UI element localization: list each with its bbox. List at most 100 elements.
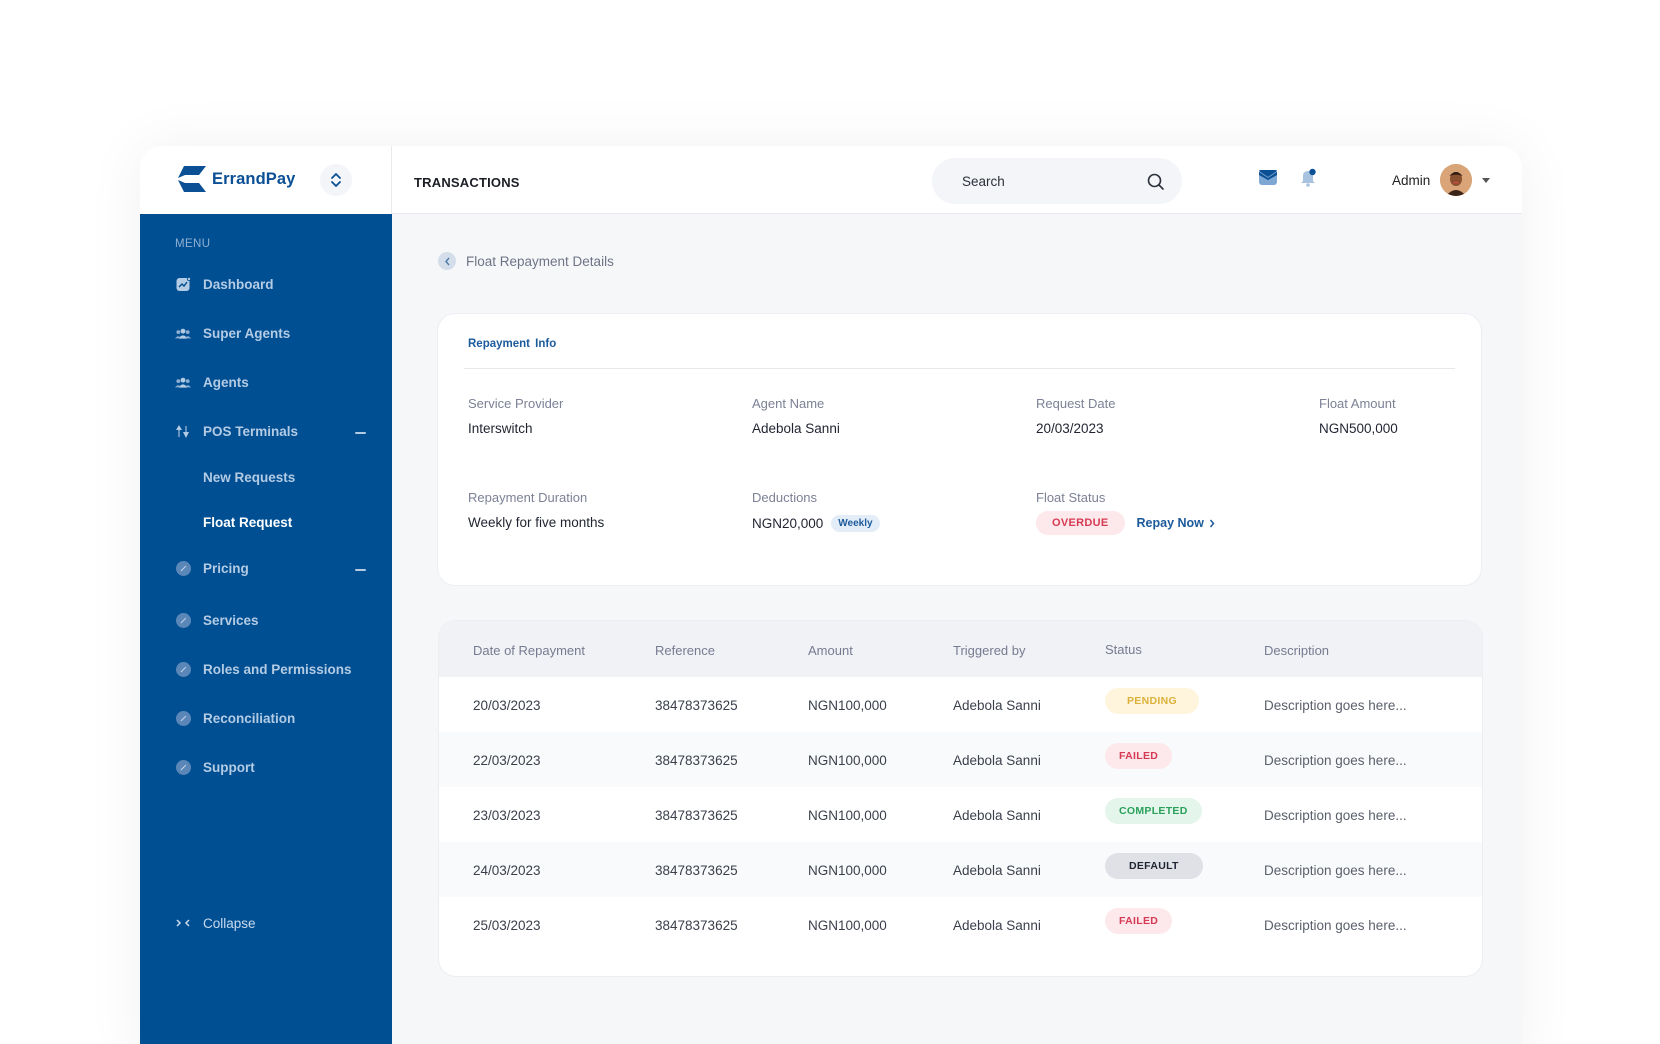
table-header: Date of Repayment Reference Amount Trigg… [439, 621, 1482, 677]
breadcrumb[interactable]: Float Repayment Details [438, 252, 614, 270]
field-value: NGN20,000 [752, 516, 824, 531]
field-repayment-duration: Repayment Duration Weekly for five month… [468, 490, 604, 530]
tab-repayment-info[interactable]: Repayment Info [468, 338, 556, 350]
user-menu[interactable]: Admin [1392, 164, 1491, 196]
table-row[interactable]: 25/03/2023 38478373625 NGN100,000 Adebol… [439, 897, 1482, 952]
page-title: TRANSACTIONS [414, 175, 520, 190]
repay-now-label: Repay Now [1136, 516, 1204, 530]
sidebar-item-label: New Requests [203, 470, 296, 485]
cell-description: Description goes here... [1264, 918, 1407, 933]
table-row[interactable]: 23/03/2023 38478373625 NGN100,000 Adebol… [439, 787, 1482, 842]
cell-date: 22/03/2023 [473, 753, 541, 768]
sidebar-item-support[interactable]: Support [175, 759, 255, 775]
chevron-right-icon [1209, 519, 1215, 527]
cell-reference: 38478373625 [655, 698, 738, 713]
field-service-provider: Service Provider Interswitch [468, 396, 563, 436]
cell-description: Description goes here... [1264, 753, 1407, 768]
column-header[interactable]: Date of Repayment [473, 643, 585, 658]
divider [464, 368, 1455, 369]
cell-triggered-by: Adebola Sanni [953, 918, 1041, 933]
table-row[interactable]: 20/03/2023 38478373625 NGN100,000 Adebol… [439, 677, 1482, 732]
column-header[interactable]: Description [1264, 643, 1329, 658]
logo[interactable]: ErrandPay [174, 166, 295, 192]
collapse-section-icon[interactable] [355, 432, 366, 434]
workspace-switcher[interactable] [320, 164, 352, 196]
collapse-section-icon[interactable] [355, 569, 366, 571]
field-label: Deductions [752, 490, 818, 505]
cell-triggered-by: Adebola Sanni [953, 863, 1041, 878]
sidebar-item-pos-terminals[interactable]: POS Terminals [175, 423, 298, 439]
sidebar-item-services[interactable]: Services [175, 612, 259, 628]
back-button[interactable] [438, 252, 456, 270]
notification-bell-icon[interactable] [1300, 168, 1317, 187]
cell-triggered-by: Adebola Sanni [953, 753, 1041, 768]
field-float-amount: Float Amount NGN500,000 [1319, 396, 1398, 436]
table-row[interactable]: 22/03/2023 38478373625 NGN100,000 Adebol… [439, 732, 1482, 787]
field-float-status: Float Status OVERDUE Repay Now [1036, 490, 1215, 535]
sidebar-item-agents[interactable]: Agents [175, 374, 249, 390]
sidebar-item-reconciliation[interactable]: Reconciliation [175, 710, 295, 726]
sidebar-item-dashboard[interactable]: Dashboard [175, 276, 274, 292]
cell-date: 25/03/2023 [473, 918, 541, 933]
status-badge: DEFAULT [1105, 853, 1203, 879]
brand-name: ErrandPay [212, 169, 296, 188]
search-input[interactable] [962, 173, 1132, 189]
caret-down-icon [1482, 177, 1491, 183]
cell-description: Description goes here... [1264, 698, 1407, 713]
cell-amount: NGN100,000 [808, 698, 887, 713]
sidebar-item-new-requests[interactable]: New Requests [203, 470, 295, 485]
cell-reference: 38478373625 [655, 753, 738, 768]
mail-icon[interactable] [1259, 170, 1277, 185]
repayments-table: Date of Repayment Reference Amount Trigg… [438, 620, 1483, 977]
field-value: Adebola Sanni [752, 421, 840, 436]
badge-icon [175, 710, 191, 726]
sidebar-item-roles-and-permissions[interactable]: Roles and Permissions [175, 661, 352, 677]
column-header[interactable]: Status [1105, 642, 1142, 657]
cell-description: Description goes here... [1264, 808, 1407, 823]
sidebar-item-label: POS Terminals [203, 423, 299, 439]
status-badge: COMPLETED [1105, 798, 1202, 824]
field-value: Interswitch [468, 421, 533, 436]
column-header[interactable]: Amount [808, 643, 853, 658]
status-badge: OVERDUE [1036, 511, 1125, 535]
repayment-info-card: Repayment Info Service Provider Interswi… [437, 313, 1482, 586]
column-header[interactable]: Triggered by [953, 643, 1026, 658]
top-header: TRANSACTIONS Admin [392, 146, 1522, 214]
app-window: ErrandPay MENU Dashboard Super Agents Ag… [140, 146, 1522, 1044]
badge-icon [175, 612, 191, 628]
collapse-icon [175, 915, 191, 931]
status-badge: FAILED [1105, 743, 1173, 769]
field-label: Service Provider [468, 396, 564, 411]
collapse-button[interactable]: Collapse [175, 915, 256, 931]
cell-amount: NGN100,000 [808, 753, 887, 768]
column-header[interactable]: Reference [655, 643, 715, 658]
field-label: Float Status [1036, 490, 1106, 505]
users-icon [175, 374, 191, 390]
repay-now-link[interactable]: Repay Now [1137, 516, 1215, 530]
sidebar-item-super-agents[interactable]: Super Agents [175, 325, 290, 341]
breadcrumb-label: Float Repayment Details [466, 253, 614, 269]
field-agent-name: Agent Name Adebola Sanni [752, 396, 840, 436]
search-bar[interactable] [932, 158, 1182, 204]
status-badge: PENDING [1105, 688, 1199, 714]
collapse-label: Collapse [203, 915, 256, 931]
menu-title: MENU [175, 238, 211, 250]
field-deductions: Deductions NGN20,000 Weekly [752, 490, 880, 532]
sidebar-item-pricing[interactable]: Pricing [175, 560, 249, 576]
field-label: Agent Name [752, 396, 825, 411]
status-badge: FAILED [1105, 908, 1173, 934]
sidebar-item-label: Reconciliation [203, 710, 296, 726]
badge-icon [175, 759, 191, 775]
sidebar-item-label: Services [203, 612, 259, 628]
table-row[interactable]: 24/03/2023 38478373625 NGN100,000 Adebol… [439, 842, 1482, 897]
users-icon [175, 325, 191, 341]
field-value: NGN500,000 [1319, 421, 1398, 436]
pos-terminal-icon [175, 423, 191, 439]
field-value: 20/03/2023 [1036, 421, 1104, 436]
cell-amount: NGN100,000 [808, 918, 887, 933]
sidebar-item-label: Dashboard [203, 276, 274, 292]
sidebar-item-label: Float Request [203, 515, 293, 530]
search-icon[interactable] [1147, 173, 1164, 190]
sidebar-item-label: Pricing [203, 560, 249, 576]
sidebar-item-float-request[interactable]: Float Request [203, 515, 292, 530]
